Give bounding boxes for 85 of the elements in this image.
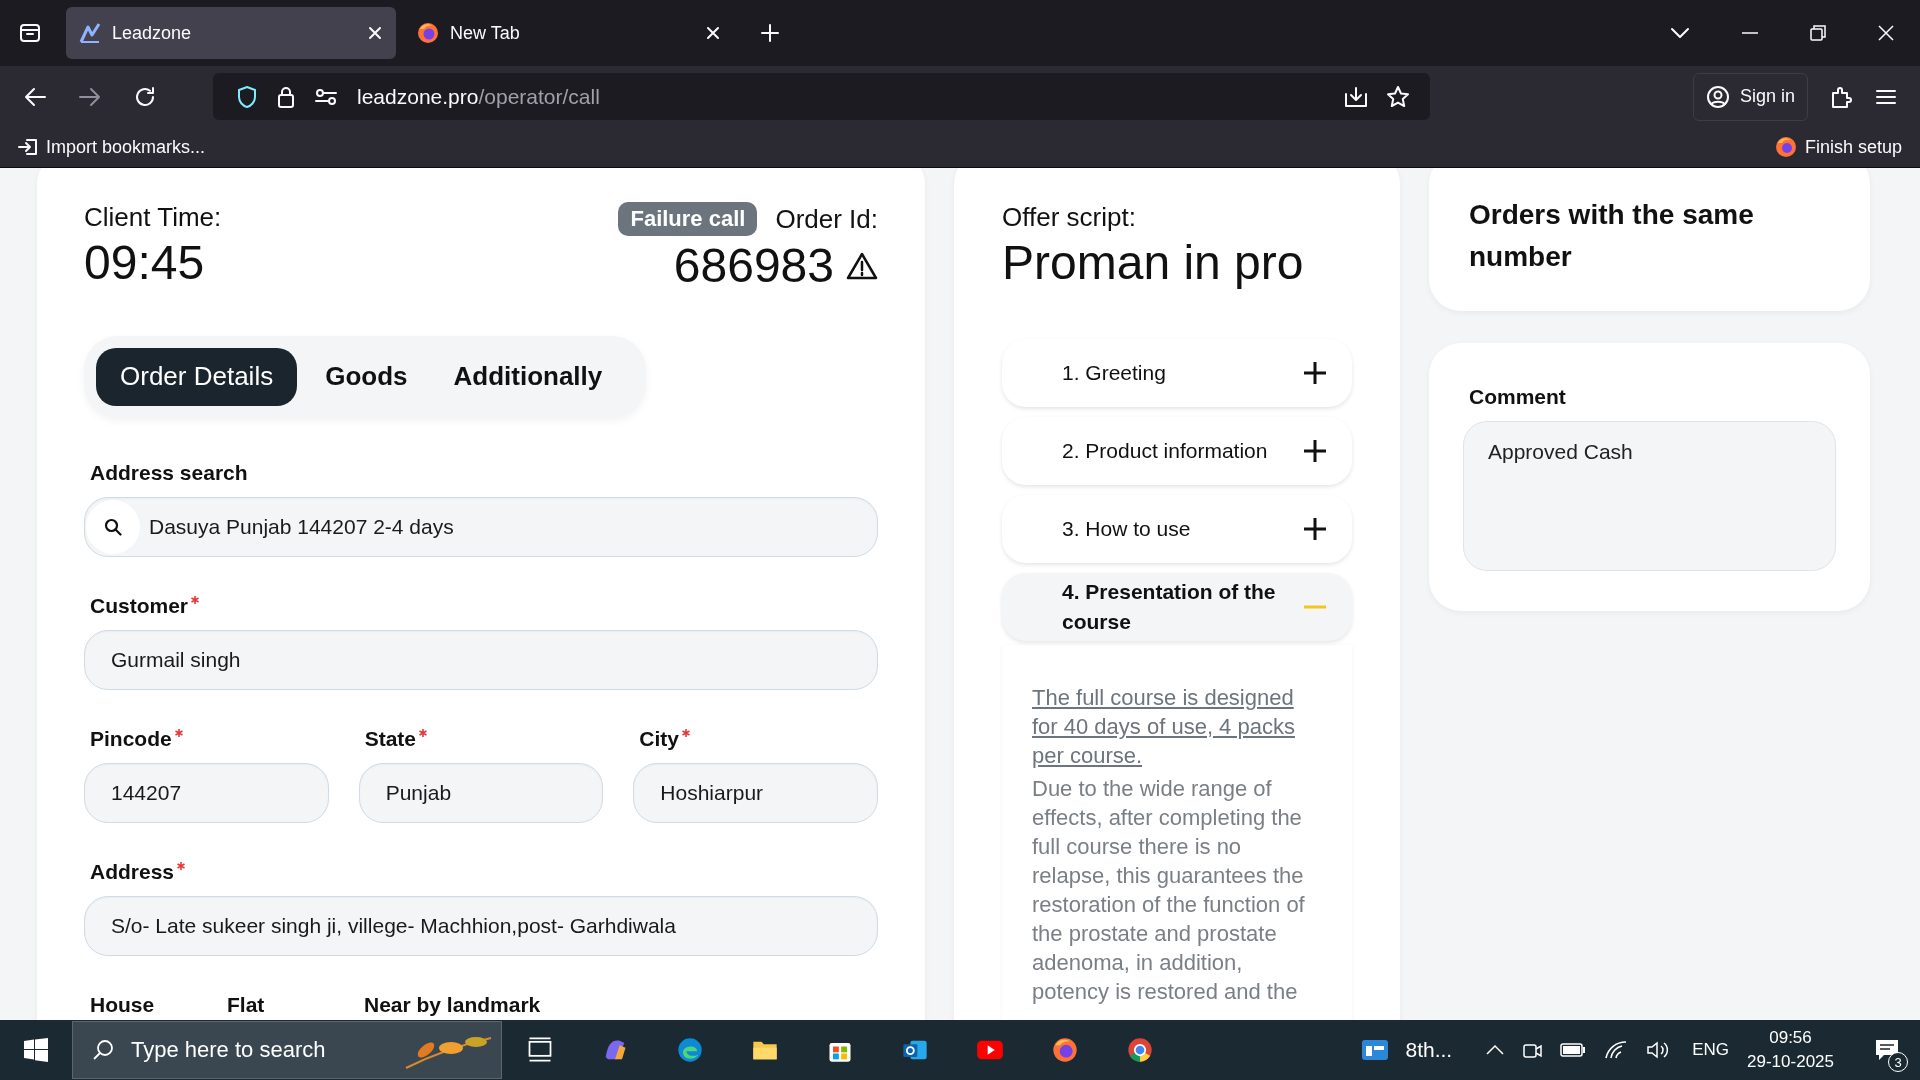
card-title: Orders with the same number bbox=[1469, 198, 1755, 274]
url-text: leadzone.pro/operator/call bbox=[357, 84, 600, 109]
accordion-item[interactable]: 2. Product information bbox=[1002, 416, 1352, 485]
status-badge: Failure call bbox=[618, 202, 758, 236]
input-field[interactable]: Punjab bbox=[358, 762, 604, 823]
tab-list-icon[interactable] bbox=[18, 21, 42, 45]
windows-start-icon[interactable] bbox=[24, 1038, 48, 1062]
tab[interactable]: Additionally bbox=[435, 347, 621, 406]
search-field[interactable]: Dasuya Punjab 144207 2-4 days bbox=[84, 496, 878, 557]
plus-icon bbox=[1304, 439, 1326, 462]
script-link[interactable]: The full course is designed for 40 days of use, 4 packs per course. bbox=[1032, 682, 1316, 770]
script-text: Due to the wide range of effects, after completing the full course there is no relapse, this guarantees the restoration of the function of the prostate and prostate adenoma, in addition, potency is restored and the bbox=[1032, 774, 1306, 1006]
field-label: Pincode bbox=[90, 726, 172, 751]
widgets-button[interactable]: 8th... bbox=[1361, 1038, 1453, 1062]
speaker-icon[interactable] bbox=[1646, 1040, 1671, 1060]
tab[interactable]: Goods bbox=[307, 347, 426, 406]
chevron-up-icon[interactable] bbox=[1486, 1045, 1505, 1055]
bookmark-item[interactable]: Import bookmarks... bbox=[18, 136, 206, 158]
import-icon bbox=[18, 138, 38, 156]
notification-count-badge: 3 bbox=[1888, 1052, 1908, 1072]
close-icon[interactable] bbox=[1878, 25, 1894, 41]
wifi-icon[interactable] bbox=[1604, 1040, 1629, 1060]
accordion-item[interactable]: 4. Presentation of the course bbox=[1002, 572, 1352, 641]
close-icon[interactable] bbox=[706, 26, 720, 40]
field-label: Comment bbox=[1469, 385, 1567, 409]
download-icon[interactable] bbox=[1344, 85, 1368, 108]
field-label: City bbox=[639, 726, 680, 751]
sign-in-button[interactable]: Sign in bbox=[1692, 72, 1808, 121]
sliders-icon bbox=[315, 87, 337, 106]
firefox-icon bbox=[1774, 136, 1797, 158]
forward-arrow-icon bbox=[79, 86, 101, 107]
shield-icon bbox=[237, 85, 257, 108]
battery-icon[interactable] bbox=[1560, 1043, 1587, 1057]
client-time-label: Client Time: bbox=[84, 202, 222, 233]
plus-icon[interactable] bbox=[760, 23, 780, 43]
accordion-item[interactable]: 3. How to use bbox=[1002, 494, 1352, 563]
script-title: Proman in pro bbox=[1002, 237, 1305, 290]
close-icon[interactable] bbox=[368, 26, 382, 40]
firefox-icon bbox=[416, 21, 440, 45]
menu-icon[interactable] bbox=[1876, 88, 1896, 105]
search-icon bbox=[104, 517, 122, 536]
input-field[interactable]: 144207 bbox=[84, 762, 329, 823]
language-indicator[interactable]: ENG bbox=[1692, 1040, 1730, 1060]
warning-triangle-icon bbox=[846, 252, 878, 281]
clock-date[interactable]: 29-10-2025 bbox=[1747, 1050, 1834, 1074]
field-label: House bbox=[90, 992, 156, 1017]
clock-time[interactable]: 09:56 bbox=[1769, 1026, 1812, 1050]
accordion-item[interactable]: 1. Greeting bbox=[1002, 338, 1352, 407]
plus-icon bbox=[1304, 517, 1326, 540]
tab[interactable]: Order Details bbox=[96, 347, 298, 406]
client-time: 09:45 bbox=[84, 237, 206, 290]
field-label: Address bbox=[90, 859, 175, 884]
order-id-label: Order Id: bbox=[775, 203, 878, 235]
edge-icon[interactable] bbox=[675, 1036, 704, 1064]
puzzle-piece-icon[interactable] bbox=[1830, 84, 1852, 109]
field-label: State bbox=[364, 726, 417, 751]
star-icon[interactable] bbox=[1386, 84, 1410, 109]
offer-script-label: Offer script: bbox=[1002, 202, 1137, 233]
field-label: Customer bbox=[90, 593, 189, 618]
plus-icon bbox=[1304, 361, 1326, 384]
search-icon bbox=[92, 1039, 114, 1061]
reload-icon[interactable] bbox=[134, 85, 156, 108]
address-bar[interactable]: leadzone.pro/operator/call bbox=[213, 73, 1430, 120]
field-label: Address search bbox=[90, 460, 249, 485]
chart-logo-icon bbox=[78, 21, 102, 45]
finish-setup-link[interactable]: Finish setup bbox=[1774, 136, 1902, 158]
comment-field[interactable]: Approved Cash bbox=[1463, 421, 1836, 571]
news-tile-icon bbox=[1361, 1038, 1390, 1062]
taskbar-search-field[interactable]: Type here to search bbox=[72, 1021, 502, 1079]
field-label: Flat bbox=[227, 992, 266, 1017]
input-field[interactable]: Gurmail singh bbox=[84, 629, 878, 690]
browser-tab[interactable]: New Tab bbox=[404, 7, 734, 59]
field-label: Near by landmark bbox=[364, 992, 541, 1017]
input-field[interactable]: Hoshiarpur bbox=[633, 762, 878, 823]
input-field[interactable]: S/o- Late sukeer singh ji, villege- Machhion,post- Garhdiwala bbox=[84, 895, 878, 956]
chevron-down-icon[interactable] bbox=[1670, 27, 1690, 39]
browser-tab[interactable]: Leadzone bbox=[66, 7, 396, 59]
minus-icon bbox=[1304, 604, 1326, 609]
chrome-icon[interactable] bbox=[1125, 1036, 1154, 1064]
lock-icon bbox=[277, 85, 295, 108]
restore-icon[interactable] bbox=[1810, 25, 1826, 41]
back-arrow-icon[interactable] bbox=[24, 86, 46, 107]
firefox-icon[interactable] bbox=[1050, 1036, 1079, 1064]
order-id: 686983 bbox=[673, 240, 834, 293]
account-icon bbox=[1705, 84, 1730, 109]
